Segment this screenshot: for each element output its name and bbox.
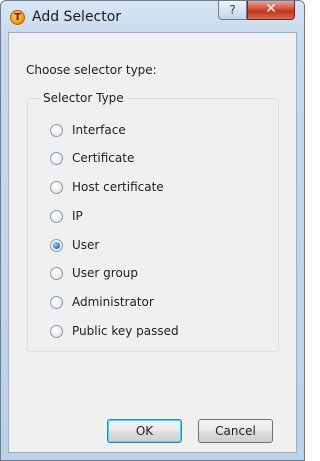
radio-label[interactable]: User	[72, 237, 99, 253]
radio-option-ip[interactable]: IP	[50, 208, 83, 224]
radio-option-user-group[interactable]: User group	[50, 265, 138, 281]
window-title: Add Selector	[32, 9, 122, 25]
close-button[interactable]: ✕	[247, 1, 295, 20]
radio-button[interactable]	[50, 266, 63, 280]
radio-label[interactable]: IP	[72, 208, 83, 224]
selector-type-prompt: Choose selector type:	[26, 63, 157, 77]
ok-button[interactable]: OK	[107, 419, 182, 443]
radio-option-public-key-passed[interactable]: Public key passed	[50, 323, 179, 339]
app-logo-icon: T	[10, 10, 25, 25]
radio-label[interactable]: Certificate	[72, 150, 134, 166]
radio-button-selected[interactable]	[50, 238, 63, 252]
radio-option-certificate[interactable]: Certificate	[50, 150, 134, 166]
radio-button[interactable]	[50, 324, 63, 338]
radio-button[interactable]	[50, 209, 63, 223]
radio-label[interactable]: Administrator	[72, 294, 154, 310]
radio-label[interactable]: Interface	[72, 122, 126, 138]
radio-option-interface[interactable]: Interface	[50, 122, 126, 138]
radio-button[interactable]	[50, 123, 63, 137]
radio-button[interactable]	[50, 295, 63, 309]
radio-option-administrator[interactable]: Administrator	[50, 294, 154, 310]
selector-type-group-title: Selector Type	[40, 91, 127, 105]
radio-button[interactable]	[50, 180, 63, 194]
radio-label[interactable]: User group	[72, 265, 138, 281]
radio-button[interactable]	[50, 151, 63, 165]
radio-label[interactable]: Host certificate	[72, 179, 164, 195]
radio-label[interactable]: Public key passed	[72, 323, 179, 339]
radio-option-host-certificate[interactable]: Host certificate	[50, 179, 164, 195]
radio-option-user[interactable]: User	[50, 237, 99, 253]
cancel-button[interactable]: Cancel	[198, 419, 273, 443]
help-button[interactable]: ?	[218, 1, 247, 20]
